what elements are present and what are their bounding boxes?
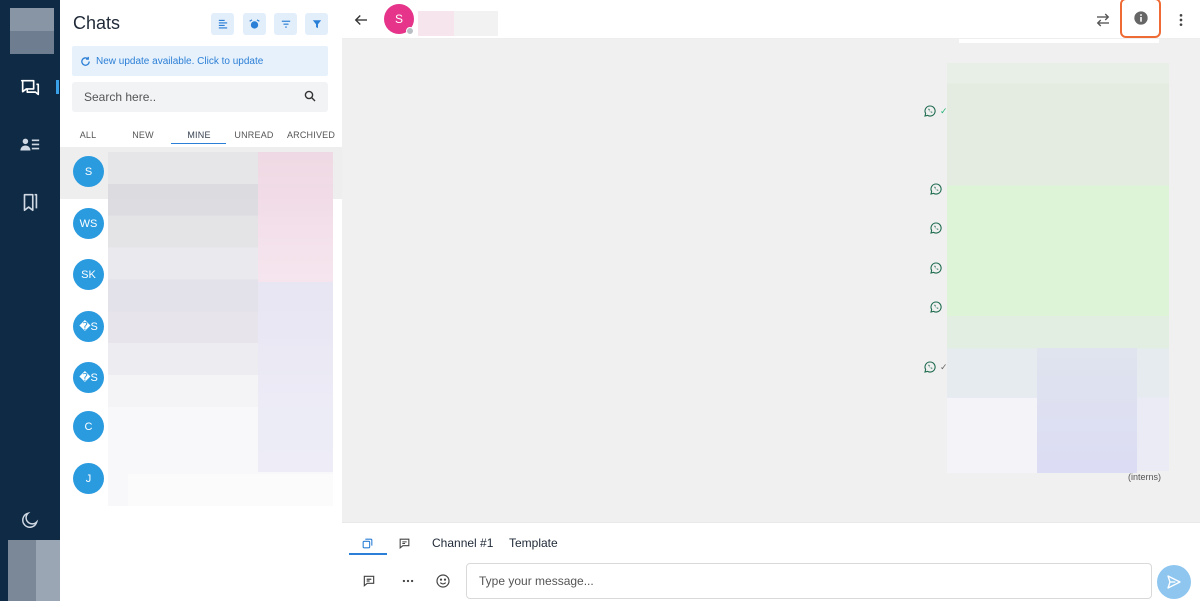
active-tab-underline (171, 143, 226, 144)
tab-all[interactable]: ALL (79, 130, 97, 140)
tab-unread[interactable]: UNREAD (234, 130, 274, 140)
avatar: WS (73, 208, 104, 239)
redacted-contact-name (418, 11, 498, 36)
alarm-icon (249, 18, 260, 29)
transfer-button[interactable] (1091, 8, 1115, 32)
refresh-icon (81, 56, 90, 66)
search-box (72, 82, 328, 112)
avatar: S (73, 156, 104, 187)
sent-check-icon: ✓ (940, 362, 948, 372)
page-title: Chats (73, 13, 121, 33)
note-button[interactable] (359, 571, 379, 591)
whatsapp-icon (930, 183, 942, 195)
back-arrow-icon (354, 15, 367, 25)
more-button[interactable] (1169, 8, 1193, 32)
more-options-button[interactable] (398, 571, 418, 591)
whatsapp-icon (924, 361, 936, 373)
whatsapp-icon (930, 301, 942, 313)
composer: Channel #1 Template (342, 522, 1200, 601)
avatar: J (73, 463, 104, 494)
whatsapp-icon (930, 222, 942, 234)
sort-icon (281, 20, 290, 28)
whatsapp-icon (930, 262, 942, 274)
tab-template[interactable]: Template (509, 533, 558, 553)
left-rail (0, 0, 86, 601)
tab-channel[interactable]: Channel #1 (432, 533, 493, 553)
back-button[interactable] (350, 9, 372, 31)
avatar: �S (73, 311, 104, 342)
search-icon (304, 90, 316, 102)
tab-new[interactable]: NEW (130, 130, 156, 140)
tab-archived[interactable]: ARCHIVED (286, 130, 336, 140)
list-icon (218, 19, 227, 29)
list-button[interactable] (211, 13, 234, 35)
transfer-icon (1096, 13, 1110, 27)
info-icon (1133, 11, 1148, 25)
tab-mine[interactable]: MINE (184, 130, 214, 140)
message-input[interactable] (466, 563, 1152, 599)
moon-icon[interactable] (16, 506, 44, 534)
chat-bubbles-icon[interactable] (16, 74, 44, 102)
copy-icon (362, 538, 373, 548)
chats-panel: Chats New update available. Click to upd… (60, 0, 342, 601)
whatsapp-icon (924, 105, 936, 117)
message-area: ✓ ✓ (interns) (342, 39, 1200, 522)
update-banner-text: New update available. Click to update (96, 55, 264, 67)
update-banner[interactable]: New update available. Click to update (72, 46, 328, 76)
filter-icon (312, 20, 321, 29)
send-button[interactable] (1157, 565, 1191, 599)
active-nav-marker (56, 80, 59, 94)
note-icon (363, 575, 375, 587)
message-caption: (interns) (1128, 472, 1162, 482)
filter-button[interactable] (305, 13, 328, 35)
avatar: �S (73, 362, 104, 393)
redacted-chat-previews (108, 152, 333, 506)
avatar: SK (73, 259, 104, 290)
alarm-button[interactable] (243, 13, 266, 35)
redacted-messages (947, 39, 1169, 473)
emoji-button[interactable] (433, 571, 453, 591)
delivered-check-icon: ✓ (940, 106, 948, 116)
search-input[interactable] (84, 90, 294, 104)
more-horizontal-icon (402, 579, 414, 583)
info-button[interactable] (1120, 0, 1161, 38)
tab-reply[interactable] (361, 533, 374, 553)
active-tab-underline (349, 553, 387, 555)
conversation-header: S (342, 0, 1200, 39)
sort-button[interactable] (274, 13, 297, 35)
tab-note[interactable] (398, 533, 411, 553)
avatar: C (73, 411, 104, 442)
more-vertical-icon (1179, 14, 1183, 26)
presence-indicator (406, 27, 414, 35)
send-icon (1167, 575, 1181, 589)
emoji-icon (436, 574, 450, 588)
workspace-avatar[interactable] (10, 8, 54, 54)
contacts-icon[interactable] (16, 131, 44, 159)
note-icon (399, 538, 410, 549)
bookmarks-icon[interactable] (16, 188, 44, 216)
